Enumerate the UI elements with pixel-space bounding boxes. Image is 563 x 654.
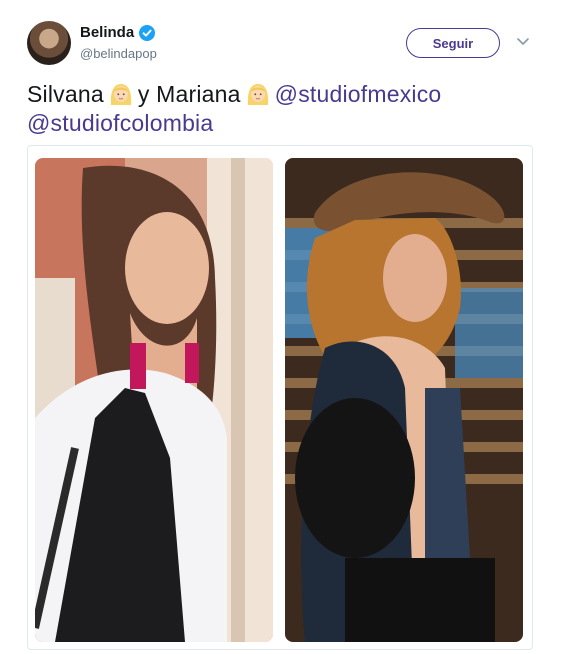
blond-woman-emoji [247,84,268,105]
follow-button[interactable]: Seguir [406,28,500,58]
author-handle[interactable]: @belindapop [80,46,157,62]
blond-woman-emoji [110,84,131,105]
photo-woman-cowboy-hat[interactable] [285,158,523,642]
mention-link[interactable]: @studiofcolombia [27,110,213,136]
verified-badge-icon [139,25,155,41]
photo-woman-straight-hair[interactable] [35,158,273,642]
media-container [27,145,533,650]
avatar[interactable] [27,21,71,65]
tweet-text-part: Silvana [27,81,104,107]
tweet-text-part: y Mariana [137,81,241,107]
chevron-down-icon[interactable] [516,37,530,47]
tweet-text: Silvana y Mariana @studiofmexico @studio… [27,80,547,138]
mention-link[interactable]: @studiofmexico [275,81,442,107]
author-name[interactable]: Belinda [80,24,134,42]
